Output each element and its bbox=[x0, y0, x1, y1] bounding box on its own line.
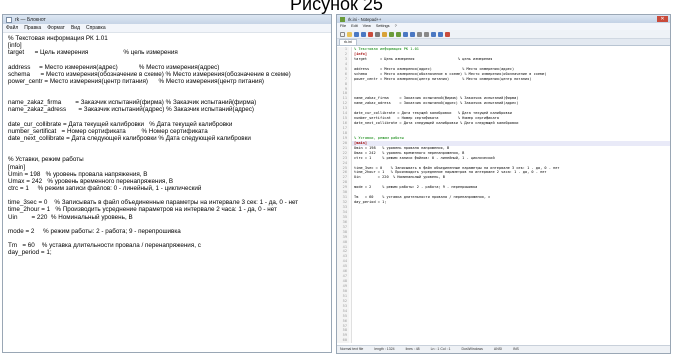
notepad-text-line: Umax = 242 % уровень временного перенапр… bbox=[8, 177, 174, 185]
notepad-text-line: schema = Место измерения(обозначение в с… bbox=[8, 70, 291, 78]
notepad-app-icon bbox=[6, 16, 12, 23]
notepadpp-window: rk.ini - Notepad++ ✕ File Edit View Sett… bbox=[336, 14, 671, 354]
notepad-text-line: ctrc = 1 % режим записи файлов: 0 - лине… bbox=[8, 184, 202, 192]
notepad-text-line: Umin = 198 % уровень провала напряжения,… bbox=[8, 170, 148, 178]
notepad-text-line: time_2hour = 1 % Производить усреднение … bbox=[8, 206, 277, 214]
notepad-text-line: number_sertificat = Номер сертификата % … bbox=[8, 127, 208, 135]
notepad-text-line bbox=[8, 221, 326, 228]
menu-edit[interactable]: Правка bbox=[24, 25, 41, 31]
notepad-menubar: Файл Правка Формат Вид Справка bbox=[3, 24, 331, 33]
notepadpp-menubar: File Edit View Settings ? bbox=[337, 23, 670, 30]
code-text: mode = 2 % режим работы: 2 - работа; 9 -… bbox=[354, 185, 478, 190]
code-text: target = Цель измерения % цель измерения bbox=[354, 56, 493, 61]
notepad-text-line: name_zakaz_adress = Заказчик испытаний(а… bbox=[8, 106, 254, 114]
zoom-out-icon[interactable] bbox=[438, 31, 443, 37]
close-icon[interactable]: ✕ bbox=[657, 16, 668, 22]
notepadpp-titlebar[interactable]: rk.ini - Notepad++ ✕ bbox=[337, 15, 670, 23]
notepadpp-statusbar: Normal text file length : 1324 lines : 4… bbox=[337, 345, 670, 353]
paste-icon[interactable] bbox=[396, 31, 401, 37]
notepadpp-tabbar: rk.ini bbox=[337, 39, 670, 46]
menu-help[interactable]: Справка bbox=[86, 25, 106, 31]
status-length: length : 1324 bbox=[374, 347, 395, 351]
notepad-text-line: power_centr = Место измерения(центр пита… bbox=[8, 77, 265, 85]
notepad-text-line: % Уставки, режим работы bbox=[8, 156, 84, 164]
cut-icon[interactable] bbox=[382, 31, 387, 37]
copy-icon[interactable] bbox=[389, 31, 394, 37]
code-text: ctrc = 1 % режим записи файлов: 0 - лине… bbox=[354, 155, 495, 160]
status-encoding: ANSI bbox=[493, 347, 503, 351]
notepad-text-area[interactable]: % Текстовая информация РК 1.01 [info] targ… bbox=[3, 33, 331, 350]
figure-caption: Рисунок 25 bbox=[290, 0, 383, 14]
notepadpp-toolbar bbox=[337, 30, 670, 39]
menu-view[interactable]: View bbox=[363, 24, 371, 29]
menu-file[interactable]: Файл bbox=[6, 25, 18, 31]
notepad-titlebar[interactable]: rk — Блокнот bbox=[3, 15, 331, 24]
menu-format[interactable]: Формат bbox=[47, 25, 65, 31]
notepad-text-line: day_period = 1; bbox=[8, 249, 52, 257]
status-filetype: Normal text file bbox=[340, 347, 364, 351]
notepad-text-line: Tm = 60 % уставка длительности провала /… bbox=[8, 242, 201, 250]
redo-icon[interactable] bbox=[410, 31, 415, 37]
menu-help[interactable]: ? bbox=[395, 24, 397, 29]
record-macro-icon[interactable] bbox=[445, 31, 450, 37]
notepad-text-line: date_next_collibrate = Дата следующей ка… bbox=[8, 134, 251, 142]
notepad-window: rk — Блокнот Файл Правка Формат Вид Спра… bbox=[2, 14, 332, 353]
notepad-text-line: mode = 2 % режим работы: 2 - работа; 9 -… bbox=[8, 227, 181, 235]
print-icon[interactable] bbox=[375, 31, 380, 37]
save-icon[interactable] bbox=[354, 31, 359, 37]
notepad-text-line: % Текстовая информация РК 1.01 bbox=[8, 35, 108, 42]
menu-view[interactable]: Вид bbox=[71, 25, 80, 31]
notepadpp-editor[interactable]: 1% Текстовая информация РК 1.01 2 [info] 3 t… bbox=[337, 47, 670, 343]
notepad-text-line: date_cur_collibrate = Дата текущей калиб… bbox=[8, 120, 233, 128]
new-file-icon[interactable] bbox=[340, 31, 345, 37]
replace-icon[interactable] bbox=[424, 31, 429, 37]
notepad-text-line: [info] bbox=[8, 42, 22, 50]
code-text: power_centr = Место измерения(центр пита… bbox=[354, 76, 532, 81]
code-text: day_period = 1; bbox=[354, 200, 387, 205]
code-text: Uin = 220 % Номинальный уровень, В bbox=[354, 175, 445, 180]
menu-file[interactable]: File bbox=[340, 24, 346, 29]
notepad-text-line: [main] bbox=[8, 163, 26, 171]
notepad-text-line: Uin = 220 % Номинальный уровень, В bbox=[8, 213, 133, 221]
notepad-text-line: address = Место измерения(адрес) % Место… bbox=[8, 63, 220, 71]
notepadpp-app-icon bbox=[340, 16, 345, 22]
status-mode: INS bbox=[513, 347, 519, 351]
notepad-text-line bbox=[8, 114, 326, 121]
tab-rk-ini[interactable]: rk.ini bbox=[339, 39, 358, 45]
menu-edit[interactable]: Edit bbox=[351, 24, 358, 29]
close-file-icon[interactable] bbox=[368, 31, 373, 37]
notepad-text-line bbox=[8, 85, 326, 92]
status-position: Ln : 1 Col : 1 bbox=[430, 347, 451, 351]
notepad-text-line bbox=[8, 56, 326, 63]
open-folder-icon[interactable] bbox=[347, 31, 352, 37]
notepadpp-title: rk.ini - Notepad++ bbox=[348, 16, 382, 22]
notepad-title: rk — Блокнот bbox=[15, 16, 46, 23]
zoom-in-icon[interactable] bbox=[431, 31, 436, 37]
menu-settings[interactable]: Settings bbox=[376, 24, 390, 29]
code-text: date_next_collibrate = Дата следующей ка… bbox=[354, 121, 519, 126]
save-all-icon[interactable] bbox=[361, 31, 366, 37]
notepad-text-line: target = Цель измерения % цель измерения bbox=[8, 49, 178, 57]
notepad-text-line bbox=[8, 235, 326, 242]
notepad-text-line bbox=[8, 142, 326, 149]
status-lines: lines : 48 bbox=[405, 347, 420, 351]
status-eol: Dos\Windows bbox=[461, 347, 483, 351]
find-icon[interactable] bbox=[417, 31, 422, 37]
code-text: name_zakaz_adress = Заказчик испытаний(а… bbox=[354, 101, 519, 106]
undo-icon[interactable] bbox=[403, 31, 408, 37]
notepad-text-line: time_3sec = 0 % Записывать в файл объеди… bbox=[8, 199, 299, 207]
